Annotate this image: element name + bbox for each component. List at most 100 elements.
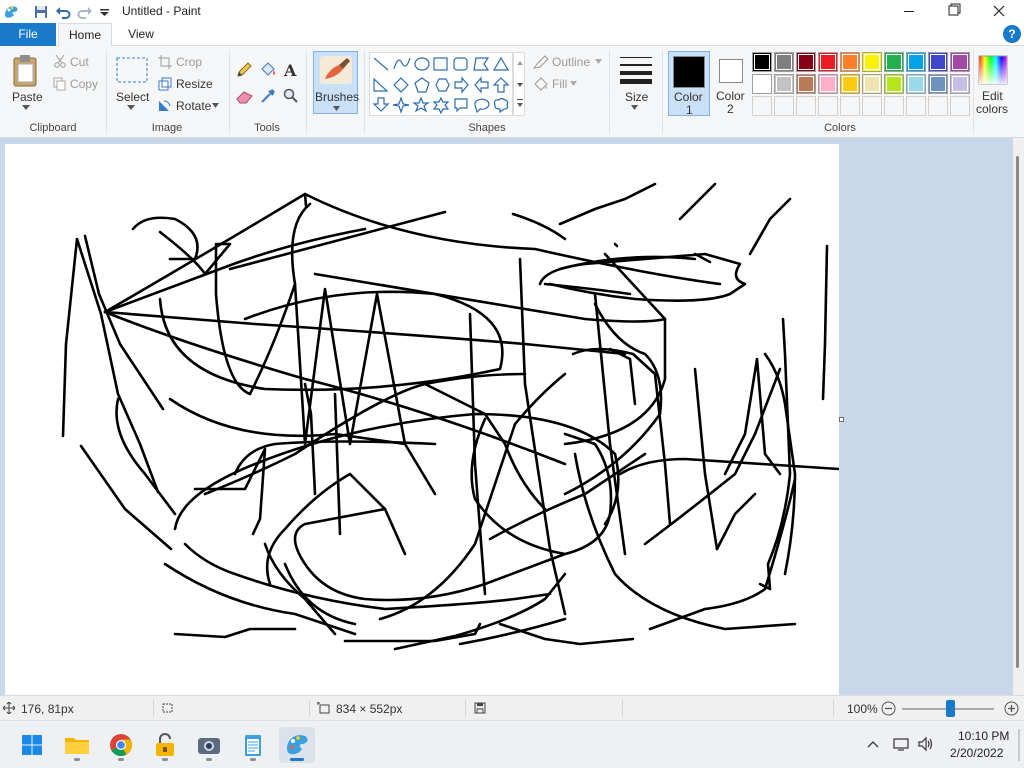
divider (306, 50, 307, 134)
palette-color-swatch[interactable] (906, 74, 926, 94)
paste-icon[interactable] (11, 54, 41, 90)
show-desktop-button[interactable] (1018, 729, 1020, 761)
chevron-down-icon[interactable] (333, 106, 340, 111)
paste-button[interactable]: Paste (12, 90, 43, 104)
palette-color-swatch[interactable] (818, 74, 838, 94)
palette-color-swatch[interactable] (928, 52, 948, 72)
palette-custom-slot[interactable] (752, 96, 772, 116)
palette-color-swatch[interactable] (862, 74, 882, 94)
palette-color-swatch[interactable] (752, 74, 772, 94)
chevron-up-icon[interactable] (866, 738, 880, 750)
taskbar-notepad[interactable] (235, 727, 271, 763)
color2-button[interactable]: Color 2 (712, 51, 748, 116)
pencil-icon[interactable] (236, 62, 252, 78)
palette-custom-slot[interactable] (928, 96, 948, 116)
brushes-group[interactable]: Brushes (313, 51, 359, 114)
color1-button[interactable]: Color 1 (668, 51, 710, 117)
taskbar-camera[interactable] (191, 727, 227, 763)
redo-icon[interactable] (76, 3, 94, 21)
palette-color-swatch[interactable] (862, 52, 882, 72)
shapes-gallery[interactable] (369, 52, 513, 116)
text-tool-button[interactable]: A (284, 61, 296, 80)
palette-color-swatch[interactable] (796, 52, 816, 72)
size-button[interactable]: Size (625, 90, 648, 104)
outline-button[interactable]: Outline (552, 55, 590, 69)
scrollbar-thumb[interactable] (1016, 156, 1019, 668)
zoom-out-icon[interactable] (881, 701, 896, 716)
up-arrow-shape-icon (492, 77, 510, 93)
clock-time[interactable]: 10:10 PM (958, 729, 1009, 743)
cut-button[interactable]: Cut (70, 55, 89, 69)
status-bar: 176, 81px 834 × 552px 100% (0, 695, 1024, 720)
undo-icon[interactable] (54, 3, 72, 21)
chevron-down-icon[interactable] (22, 105, 30, 110)
palette-color-swatch[interactable] (840, 74, 860, 94)
palette-custom-slot[interactable] (884, 96, 904, 116)
palette-color-swatch[interactable] (752, 52, 772, 72)
zoom-slider-thumb[interactable] (946, 700, 955, 717)
shapes-gallery-icons[interactable] (370, 53, 514, 117)
network-icon[interactable] (892, 736, 910, 752)
canvas-resize-handle[interactable] (839, 417, 844, 422)
volume-icon[interactable] (917, 736, 935, 752)
eraser-icon[interactable] (236, 90, 254, 104)
close-button[interactable] (976, 0, 1022, 23)
tab-view[interactable]: View (116, 23, 166, 46)
color-picker-icon[interactable] (260, 88, 276, 104)
palette-color-swatch[interactable] (818, 52, 838, 72)
start-button[interactable] (14, 727, 50, 763)
crop-button[interactable]: Crop (176, 55, 202, 69)
taskbar-file-explorer[interactable] (59, 727, 95, 763)
customize-quick-access-icon[interactable] (96, 3, 114, 21)
copy-button[interactable]: Copy (70, 77, 98, 91)
magnifier-icon[interactable] (283, 88, 299, 104)
palette-color-swatch[interactable] (774, 52, 794, 72)
clock-date[interactable]: 2/20/2022 (950, 746, 1003, 760)
palette-color-swatch[interactable] (884, 74, 904, 94)
zoom-in-icon[interactable] (1004, 701, 1019, 716)
palette-color-swatch[interactable] (950, 74, 970, 94)
brushes-button[interactable]: Brushes (315, 90, 359, 104)
palette-color-swatch[interactable] (840, 52, 860, 72)
size-icon[interactable] (619, 54, 653, 84)
chevron-down-icon[interactable] (631, 105, 638, 110)
tab-home[interactable]: Home (58, 23, 112, 47)
select-button[interactable]: Select (116, 90, 149, 104)
drawing-canvas[interactable] (5, 144, 839, 696)
palette-custom-slot[interactable] (796, 96, 816, 116)
palette-color-swatch[interactable] (796, 74, 816, 94)
scroll-arrows-icon[interactable] (514, 53, 526, 117)
divider (465, 700, 466, 717)
palette-custom-slot[interactable] (774, 96, 794, 116)
fill-bucket-icon[interactable] (259, 62, 277, 78)
select-icon[interactable] (116, 57, 148, 83)
minimize-button[interactable] (886, 0, 932, 23)
vertical-scrollbar[interactable] (1013, 138, 1024, 695)
save-icon[interactable] (32, 3, 50, 21)
palette-color-swatch[interactable] (950, 52, 970, 72)
palette-color-swatch[interactable] (884, 52, 904, 72)
help-button[interactable]: ? (1003, 25, 1021, 43)
palette-custom-slot[interactable] (906, 96, 926, 116)
shapes-scroll[interactable] (513, 52, 525, 116)
resize-button[interactable]: Resize (176, 77, 213, 91)
taskbar-paint[interactable] (279, 727, 315, 763)
divider (662, 50, 663, 134)
tab-file[interactable]: File (0, 23, 56, 46)
palette-custom-slot[interactable] (950, 96, 970, 116)
chevron-down-icon[interactable] (212, 103, 219, 108)
chevron-down-icon[interactable] (127, 105, 135, 110)
palette-custom-slot[interactable] (862, 96, 882, 116)
edit-colors-button[interactable]: Edit colors (976, 51, 1010, 121)
palette-color-swatch[interactable] (928, 74, 948, 94)
palette-color-swatch[interactable] (906, 52, 926, 72)
color-wheel-icon (978, 55, 1008, 85)
maximize-button[interactable] (930, 0, 976, 23)
taskbar-chrome[interactable] (103, 727, 139, 763)
taskbar-lock-app[interactable] (147, 727, 183, 763)
palette-custom-slot[interactable] (818, 96, 838, 116)
rotate-button[interactable]: Rotate (176, 99, 211, 113)
palette-color-swatch[interactable] (774, 74, 794, 94)
fill-button[interactable]: Fill (552, 77, 567, 91)
palette-custom-slot[interactable] (840, 96, 860, 116)
